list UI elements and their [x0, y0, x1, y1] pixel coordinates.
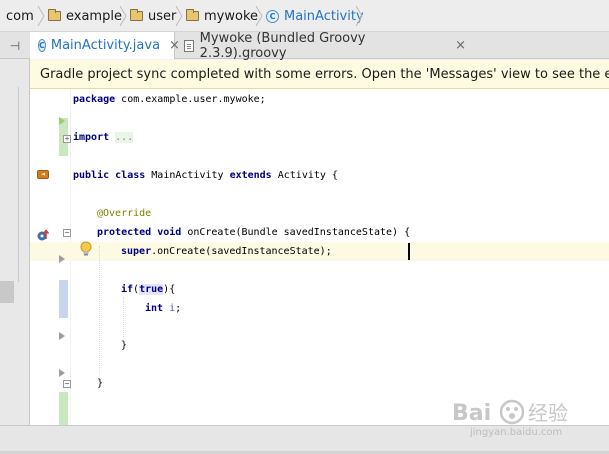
class-icon: C	[266, 9, 279, 23]
breadcrumb-item-label: com	[6, 8, 34, 24]
code-keyword: void	[157, 227, 182, 238]
gradle-sync-notification: Gradle project sync completed with some …	[30, 60, 609, 89]
svg-text:经验: 经验	[528, 401, 568, 425]
chevron-right-icon	[255, 5, 263, 27]
code-text: Activity {	[271, 170, 338, 181]
arrow-icon	[59, 332, 65, 340]
tool-window-button[interactable]	[0, 281, 14, 303]
breadcrumb-item-com[interactable]: com	[6, 0, 34, 32]
fold-toggle-icon[interactable]: +	[63, 135, 71, 143]
breadcrumb-item-label: example	[66, 8, 122, 24]
fold-toggle-icon[interactable]: −	[63, 380, 71, 388]
code-line-annotation[interactable]: @Override	[97, 207, 151, 221]
tab-mywoke-groovy[interactable]: Mywoke (Bundled Groovy 2.3.9).groovy ×	[176, 30, 466, 61]
code-keyword: class	[115, 170, 146, 181]
indent-guide	[123, 297, 124, 337]
left-tool-strip	[0, 59, 30, 425]
breadcrumb-item-label: MainActivity	[284, 8, 364, 24]
override-icon[interactable]	[37, 226, 51, 245]
svg-text:Bai: Bai	[452, 401, 491, 426]
code-line-class-declaration[interactable]: public class MainActivity extends Activi…	[73, 169, 338, 183]
vcs-change-marker	[59, 392, 68, 425]
tab-list-button[interactable]: ⊣	[0, 32, 30, 59]
baidu-watermark-logo: Bai 经验 jingyan.baidu.com	[450, 392, 600, 438]
chevron-right-icon	[175, 5, 183, 27]
vcs-change-marker	[59, 280, 68, 318]
code-line-close-if[interactable]: }	[121, 339, 127, 353]
breadcrumb-item-user[interactable]: user	[130, 0, 176, 32]
code-keyword: super	[121, 246, 152, 257]
code-keyword: import	[73, 132, 110, 143]
code-text: }	[121, 340, 128, 351]
divider	[18, 87, 19, 282]
code-text: ){	[163, 284, 176, 295]
tab-label: MainActivity.java	[50, 38, 161, 53]
code-keyword: public	[73, 170, 110, 181]
indent-guide	[99, 246, 100, 374]
breadcrumb: com example user mywoke C MainActivity	[0, 0, 609, 32]
code-keyword: if	[121, 284, 134, 295]
fold-toggle-icon[interactable]: −	[63, 229, 71, 237]
breadcrumb-item-mainactivity[interactable]: C MainActivity	[266, 0, 364, 32]
tab-label: Mywoke (Bundled Groovy 2.3.9).groovy	[199, 30, 366, 61]
code-line-int-declaration[interactable]: int i;	[145, 302, 181, 316]
code-keyword: extends	[229, 170, 272, 181]
breadcrumb-item-label: user	[148, 8, 177, 24]
svg-text:jingyan.baidu.com: jingyan.baidu.com	[469, 427, 562, 438]
code-text: }	[97, 378, 104, 389]
tab-mainactivity-java[interactable]: C MainActivity.java ×	[30, 32, 180, 59]
chevron-right-icon	[119, 5, 127, 27]
folder-icon	[130, 9, 143, 21]
code-line-method-declaration[interactable]: protected void onCreate(Bundle savedInst…	[97, 226, 410, 240]
breadcrumb-item-mywoke[interactable]: mywoke	[186, 0, 258, 32]
editor-tab-bar: ⊣ C MainActivity.java × Mywoke (Bundled …	[0, 30, 609, 61]
code-keyword: protected	[97, 227, 152, 238]
text-caret	[408, 243, 410, 260]
close-icon[interactable]: ×	[455, 38, 466, 53]
groovy-file-icon	[184, 39, 194, 52]
code-annotation: @Override	[97, 208, 152, 219]
breadcrumb-item-label: mywoke	[204, 8, 259, 24]
arrow-icon	[59, 255, 65, 263]
code-text: .onCreate(savedInstanceState);	[151, 246, 332, 257]
implementation-icon[interactable]: ◄	[37, 170, 49, 179]
class-icon: C	[38, 39, 46, 52]
arrow-icon	[59, 117, 65, 125]
code-variable: i	[163, 303, 176, 314]
chevron-right-icon	[37, 5, 45, 27]
code-text: com.example.user.mywoke;	[115, 94, 266, 105]
folder-icon	[48, 9, 61, 21]
notification-text: Gradle project sync completed with some …	[40, 66, 609, 82]
chevron-right-icon	[355, 5, 363, 27]
code-text: ;	[175, 303, 182, 314]
folder-icon	[186, 9, 199, 21]
folded-imports[interactable]: ...	[115, 132, 134, 143]
code-line-if[interactable]: if(true){	[121, 283, 175, 297]
code-line-close-method[interactable]: }	[97, 377, 103, 391]
code-text: MainActivity	[145, 170, 230, 181]
code-keyword: package	[73, 94, 116, 105]
breadcrumb-item-example[interactable]: example	[48, 0, 122, 32]
arrow-icon	[59, 369, 65, 377]
code-line-package[interactable]: package com.example.user.mywoke;	[73, 93, 266, 107]
code-line-import[interactable]: import ...	[73, 131, 134, 145]
code-text: onCreate(Bundle savedInstanceState) {	[181, 227, 411, 238]
lightbulb-icon[interactable]	[80, 241, 92, 257]
code-line-super-call[interactable]: super.onCreate(savedInstanceState);	[121, 245, 332, 259]
code-keyword: int	[145, 303, 164, 314]
code-keyword: true	[139, 284, 164, 295]
